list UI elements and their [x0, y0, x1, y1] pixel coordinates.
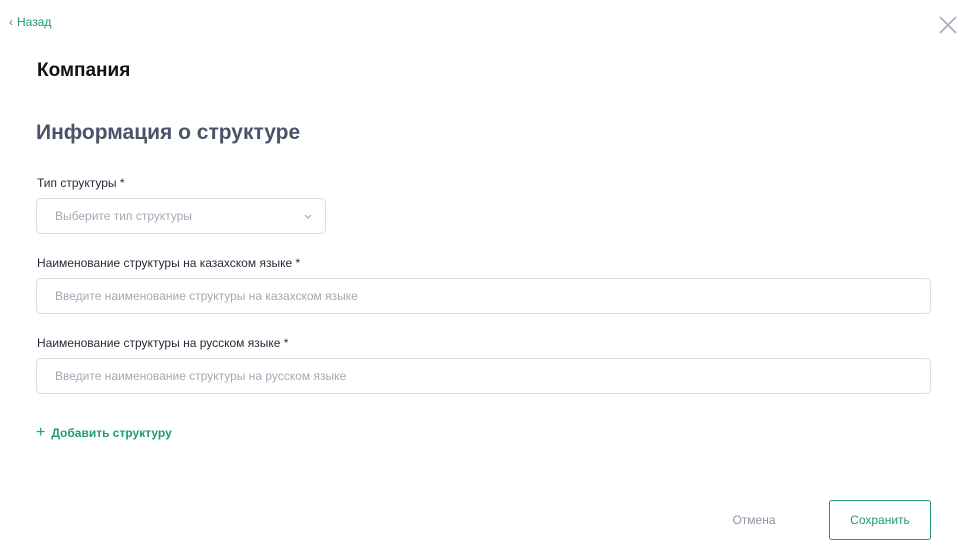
chevron-left-icon: ‹	[9, 15, 13, 29]
save-button[interactable]: Сохранить	[829, 500, 931, 540]
back-link[interactable]: ‹ Назад	[9, 15, 51, 29]
structure-type-placeholder: Выберите тип структуры	[55, 209, 193, 223]
add-structure-label: Добавить структуру	[51, 426, 172, 440]
page-title: Компания	[37, 60, 131, 81]
cancel-button[interactable]: Отмена	[716, 500, 792, 540]
back-link-label: Назад	[17, 15, 52, 29]
structure-type-label: Тип структуры *	[37, 176, 125, 190]
chevron-down-icon	[304, 214, 312, 219]
name-kz-label: Наименование структуры на казахском язык…	[37, 256, 301, 270]
add-structure-button[interactable]: + Добавить структуру	[36, 425, 172, 441]
name-kz-input[interactable]	[36, 278, 931, 314]
name-ru-input[interactable]	[36, 358, 931, 394]
name-ru-label: Наименование структуры на русском языке …	[37, 336, 289, 350]
close-button[interactable]	[936, 13, 960, 37]
plus-icon: +	[36, 424, 46, 441]
close-icon	[939, 16, 957, 34]
structure-type-select[interactable]: Выберите тип структуры	[36, 198, 326, 234]
section-title: Информация о структуре	[36, 121, 301, 144]
